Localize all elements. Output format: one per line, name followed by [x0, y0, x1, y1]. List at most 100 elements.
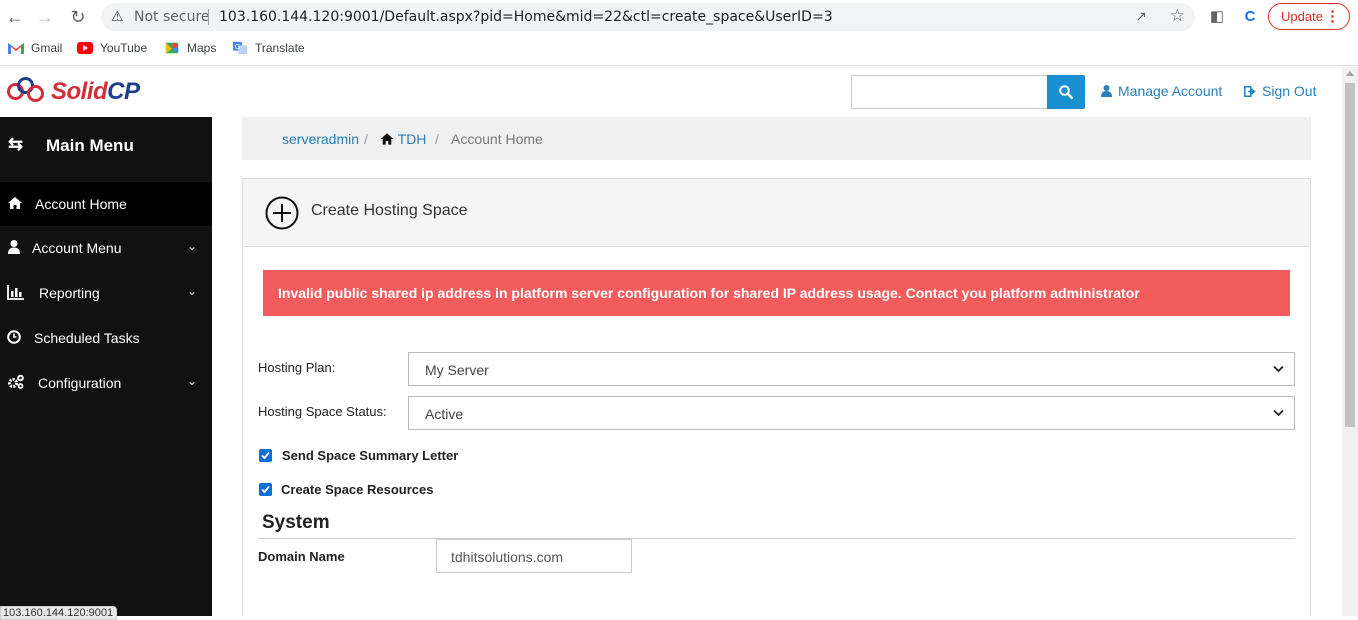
sidebar-item-label: Configuration	[38, 375, 122, 391]
domain-name-value: tdhitsolutions.com	[451, 549, 564, 565]
gears-icon	[8, 374, 24, 389]
chevron-down-icon: ⌄	[186, 374, 197, 388]
home-icon	[8, 197, 22, 209]
manage-account-link[interactable]: Manage Account	[1101, 83, 1222, 99]
sidebar-item-label: Account Home	[35, 196, 127, 212]
breadcrumb-home-label: TDH	[397, 131, 427, 147]
clock-icon	[7, 330, 21, 344]
home-icon	[380, 133, 394, 145]
svg-text:G: G	[235, 43, 240, 51]
panel-header: Create Hosting Space	[243, 179, 1310, 247]
page-scrollbar[interactable]	[1342, 67, 1358, 616]
main-content: serveradmin / TDH / Account Home Create …	[212, 117, 1342, 616]
manage-account-label: Manage Account	[1118, 83, 1223, 99]
sign-out-label: Sign Out	[1262, 83, 1317, 99]
hosting-plan-select[interactable]: My Server	[408, 352, 1295, 386]
sidebar-item-scheduled-tasks[interactable]: Scheduled Tasks	[0, 316, 212, 360]
sidebar-item-account-home[interactable]: Account Home	[0, 182, 212, 226]
gmail-icon	[8, 43, 24, 54]
user-icon	[8, 240, 20, 254]
bookmark-youtube[interactable]: YouTube	[77, 41, 147, 55]
sign-out-link[interactable]: Sign Out	[1244, 83, 1316, 99]
warning-icon[interactable]: ⚠	[111, 8, 124, 25]
panel-title: Create Hosting Space	[311, 202, 468, 219]
share-icon[interactable]: ↗	[1135, 8, 1147, 25]
bookmark-translate[interactable]: G Translate	[232, 41, 305, 55]
checkmark-icon	[261, 485, 270, 494]
domain-name-label: Domain Name	[258, 549, 345, 564]
breadcrumb-user-link[interactable]: serveradmin	[282, 131, 359, 147]
bookmark-star-icon[interactable]: ☆	[1170, 6, 1185, 26]
reload-icon[interactable]: ↻	[67, 6, 89, 28]
chevron-down-icon: ⌄	[186, 284, 197, 298]
search-icon	[1059, 85, 1073, 99]
bookmarks-bar: Gmail YouTube Maps G Translate	[0, 34, 1358, 66]
translate-icon: G	[233, 41, 247, 55]
breadcrumb-separator: /	[435, 131, 439, 147]
solidcp-logo[interactable]: SolidCP	[7, 77, 140, 107]
browser-toolbar: ← → ↻ ⚠ Not secure 103.160.144.120:9001/…	[0, 0, 1358, 34]
update-button[interactable]: Update ⋮	[1268, 3, 1350, 30]
sidebar-item-reporting[interactable]: Reporting ⌄	[0, 271, 212, 315]
create-resources-checkbox[interactable]	[259, 483, 272, 496]
sidebar-item-label: Reporting	[39, 285, 100, 301]
back-icon[interactable]: ←	[4, 6, 26, 28]
section-divider	[258, 538, 1295, 539]
link-status-tooltip: 103.160.144.120:9001	[0, 606, 117, 620]
side-panel-icon[interactable]: ◧	[1207, 7, 1227, 27]
breadcrumb: serveradmin / TDH / Account Home	[242, 117, 1311, 160]
menu-dots-icon: ⋮	[1325, 8, 1340, 25]
logo-rings-icon	[7, 77, 49, 107]
system-section-title: System	[262, 512, 330, 533]
bookmark-label: YouTube	[100, 41, 148, 55]
bookmark-maps[interactable]: Maps	[164, 41, 216, 55]
sign-out-icon	[1244, 85, 1256, 97]
bookmark-label: Maps	[187, 41, 217, 55]
update-label: Update	[1281, 9, 1323, 24]
scroll-thumb[interactable]	[1345, 83, 1355, 427]
search-button[interactable]	[1047, 75, 1085, 109]
sidebar: ⇆ Main Menu Account Home Account Menu ⌄ …	[0, 117, 212, 616]
page: SolidCP Manage Account Sign Out ⇆ Main M…	[0, 67, 1342, 616]
status-url-text: 103.160.144.120:9001	[3, 607, 114, 619]
address-bar[interactable]: ⚠ Not secure 103.160.144.120:9001/Defaul…	[101, 3, 1195, 31]
not-secure-label[interactable]: Not secure	[134, 9, 210, 25]
hosting-plan-label: Hosting Plan:	[258, 360, 336, 375]
site-header: SolidCP Manage Account Sign Out	[0, 67, 1342, 117]
bookmark-label: Gmail	[31, 41, 63, 55]
hosting-space-status-select[interactable]: Active	[408, 396, 1295, 430]
checkmark-icon	[261, 451, 270, 460]
breadcrumb-home-link[interactable]: TDH	[380, 131, 426, 147]
send-summary-label[interactable]: Send Space Summary Letter	[282, 448, 458, 463]
scroll-up-arrow-icon[interactable]	[1346, 71, 1354, 76]
forward-icon[interactable]: →	[34, 6, 56, 28]
sidebar-item-configuration[interactable]: Configuration ⌄	[0, 361, 212, 405]
maps-icon	[165, 42, 179, 54]
error-alert: Invalid public shared ip address in plat…	[263, 270, 1290, 316]
youtube-icon	[77, 42, 93, 54]
hosting-space-status-value: Active	[425, 406, 464, 422]
hosting-plan-value: My Server	[425, 362, 489, 378]
swap-arrows-icon: ⇆	[8, 134, 24, 154]
create-resources-label[interactable]: Create Space Resources	[281, 482, 433, 497]
breadcrumb-current: Account Home	[451, 131, 543, 147]
domain-name-input[interactable]: tdhitsolutions.com	[436, 539, 632, 573]
chevron-down-icon: ⌄	[186, 239, 197, 253]
address-divider	[208, 9, 209, 25]
bar-chart-icon	[7, 285, 24, 300]
sidebar-item-label: Account Menu	[32, 240, 122, 256]
send-summary-checkbox[interactable]	[259, 449, 272, 462]
sidebar-item-account-menu[interactable]: Account Menu ⌄	[0, 226, 212, 270]
error-alert-text: Invalid public shared ip address in plat…	[278, 285, 1140, 301]
plus-circle-icon	[265, 196, 299, 230]
sidebar-item-label: Scheduled Tasks	[34, 330, 140, 346]
extension-icon[interactable]: C	[1240, 7, 1260, 27]
create-space-panel: Create Hosting Space Invalid public shar…	[242, 178, 1311, 616]
chevron-down-icon	[1273, 409, 1284, 417]
main-menu-toggle[interactable]: ⇆ Main Menu	[0, 131, 212, 161]
main-menu-title: Main Menu	[46, 136, 134, 155]
search-input[interactable]	[851, 75, 1047, 109]
url-text[interactable]: 103.160.144.120:9001/Default.aspx?pid=Ho…	[219, 9, 833, 25]
bookmark-gmail[interactable]: Gmail	[8, 41, 62, 55]
breadcrumb-separator: /	[364, 131, 368, 147]
